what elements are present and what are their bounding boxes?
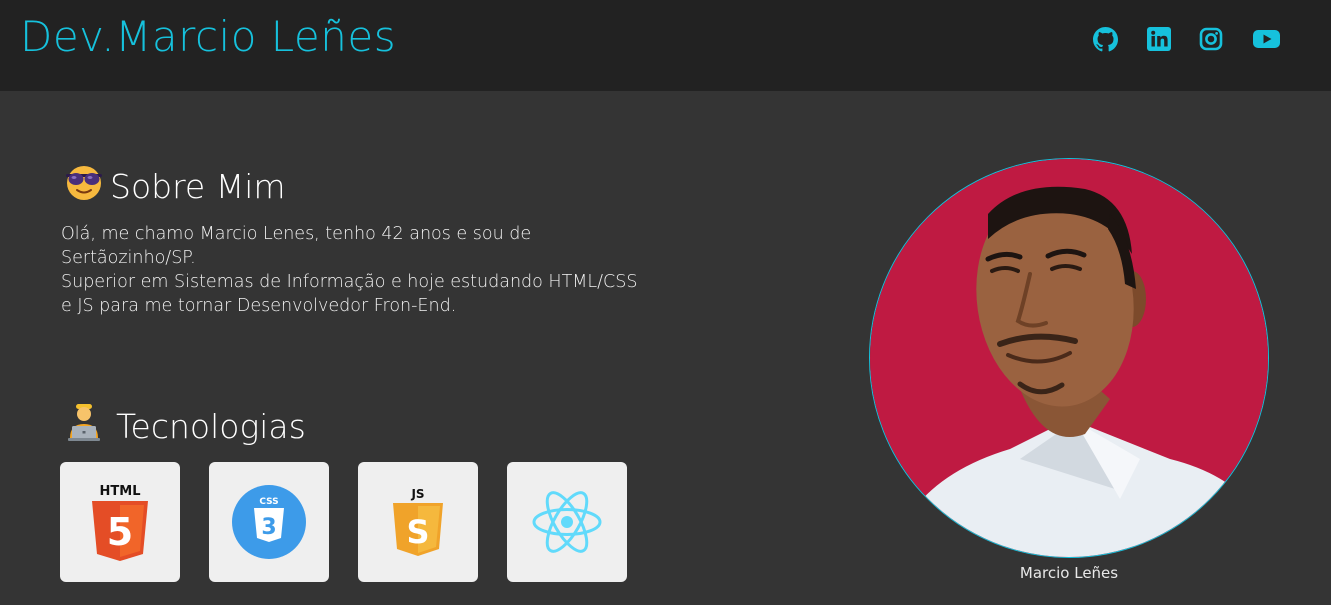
sunglasses-face-icon <box>64 162 104 210</box>
about-paragraph: Superior em Sistemas de Informação e hoj… <box>61 272 638 316</box>
html5-icon: HTML 5 <box>92 484 148 561</box>
tech-card-react <box>507 462 627 582</box>
javascript-icon: JS S <box>393 487 443 556</box>
about-paragraph: Olá, me chamo Marcio Lenes, tenho 42 ano… <box>61 224 532 268</box>
tech-card-html: HTML 5 <box>60 462 180 582</box>
profile-portrait <box>870 159 1268 557</box>
about-heading: Sobre Mim <box>64 162 286 210</box>
tech-card-css: CSS 3 <box>209 462 329 582</box>
tech-heading: Tecnologias <box>66 402 306 450</box>
css3-icon: CSS 3 <box>232 485 306 559</box>
about-text: Olá, me chamo Marcio Lenes, tenho 42 ano… <box>61 222 641 318</box>
react-icon <box>532 491 602 553</box>
technologist-icon <box>66 402 102 450</box>
tech-card-js: JS S <box>358 462 478 582</box>
css-label: CSS <box>259 497 278 507</box>
github-link[interactable] <box>1093 27 1118 53</box>
profile-photo <box>869 158 1269 558</box>
brand-link[interactable]: Dev.Marcio Leñes <box>20 12 396 61</box>
js-label: JS <box>410 487 424 501</box>
js-badge: S <box>406 513 429 551</box>
top-header: Dev.Marcio Leñes <box>0 0 1331 91</box>
instagram-icon <box>1199 27 1223 51</box>
youtube-link[interactable] <box>1253 27 1280 53</box>
html-label: HTML <box>100 484 141 499</box>
instagram-link[interactable] <box>1199 27 1223 53</box>
css-badge: 3 <box>261 515 276 540</box>
about-title: Sobre Mim <box>110 166 286 206</box>
html-badge: 5 <box>107 510 133 554</box>
linkedin-link[interactable] <box>1147 27 1171 53</box>
tech-title: Tecnologias <box>116 406 306 446</box>
youtube-icon <box>1253 30 1280 48</box>
linkedin-icon <box>1147 27 1171 51</box>
profile-caption: Marcio Leñes <box>1019 564 1119 582</box>
github-icon <box>1093 27 1118 52</box>
